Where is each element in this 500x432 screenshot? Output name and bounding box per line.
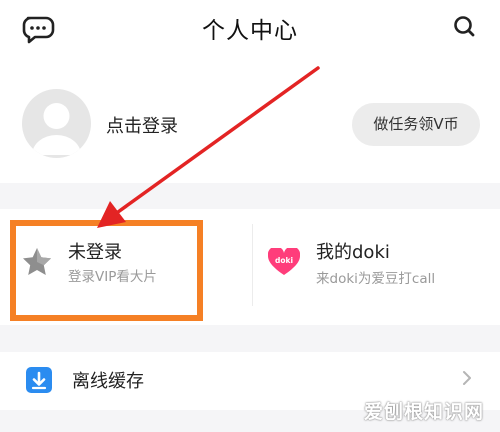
doki-heart-icon: doki [267,246,301,276]
task-reward-button[interactable]: 做任务领V币 [352,103,480,146]
doki-icon-text: doki [275,256,293,265]
menu-item-label: 离线缓存 [72,371,144,392]
default-avatar-icon [32,103,81,155]
section-divider [0,183,500,209]
search-icon[interactable] [448,10,482,44]
avatar[interactable] [22,89,91,158]
page-title: 个人中心 [202,18,298,44]
card-divider [252,224,253,306]
doki-title: 我的doki [316,242,390,263]
chevron-right-icon [458,366,476,390]
login-link[interactable]: 点击登录 [106,112,178,138]
download-icon [26,367,52,393]
annotation-highlight-box [10,220,203,321]
watermark: 爱刨根知识网 [364,401,485,423]
doki-subtitle: 来doki为爱豆打call [316,271,436,287]
section-divider [0,325,500,352]
